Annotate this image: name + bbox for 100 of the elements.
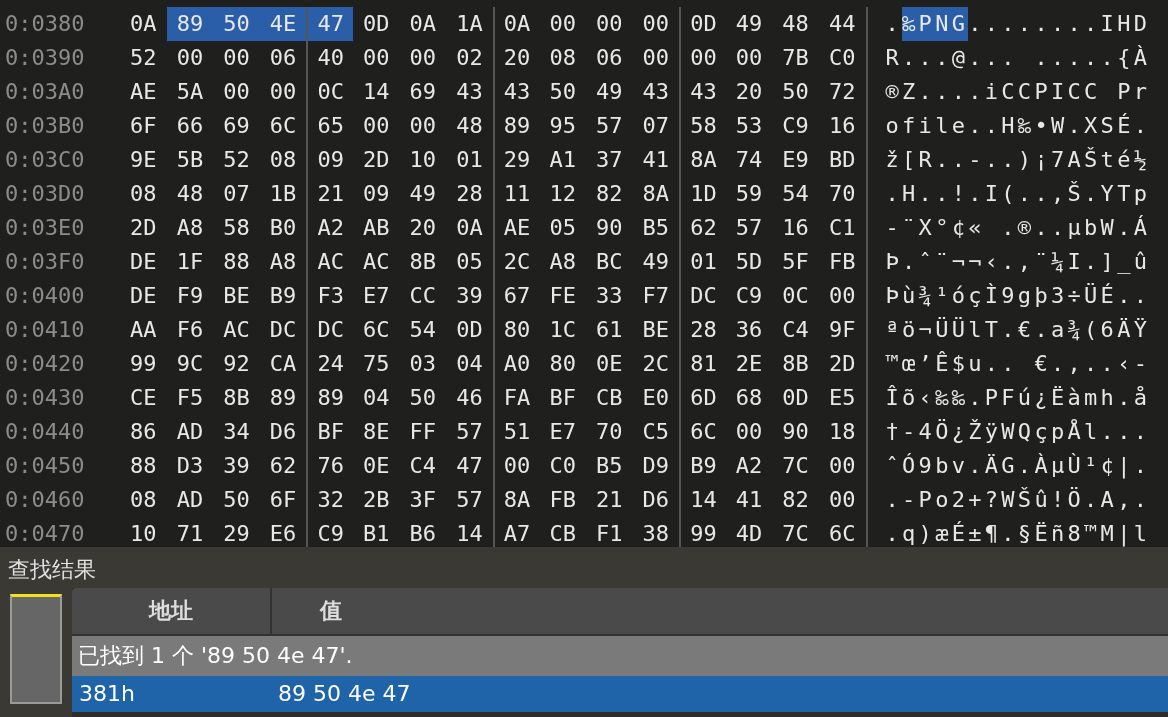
hex-byte[interactable]: C0 (818, 41, 866, 75)
hex-byte[interactable]: 67 (492, 279, 540, 313)
hex-byte[interactable]: C5 (632, 415, 680, 449)
hex-byte[interactable]: 8A (679, 143, 726, 177)
hex-byte[interactable]: 58 (213, 211, 260, 245)
hex-byte[interactable]: C4 (399, 449, 447, 483)
hex-byte[interactable]: 5A (166, 75, 214, 109)
hex-byte[interactable]: 43 (446, 75, 493, 109)
hex-byte[interactable]: 1B (259, 177, 307, 211)
hex-byte[interactable]: 4E (259, 7, 307, 41)
hex-byte[interactable]: 41 (632, 143, 680, 177)
hex-byte[interactable]: 6C (259, 109, 307, 143)
hex-byte[interactable]: 00 (213, 75, 260, 109)
hex-byte[interactable]: 05 (446, 245, 493, 279)
hex-byte[interactable]: C4 (772, 313, 819, 347)
column-header[interactable]: 值 (320, 598, 342, 623)
hex-byte[interactable]: FE (539, 279, 586, 313)
hex-byte[interactable]: 44 (818, 7, 866, 41)
hex-byte[interactable]: BF (306, 415, 353, 449)
hex-byte[interactable]: C9 (772, 109, 819, 143)
ascii-text[interactable]: ˆÓ9bv.ÄG.ÀµÙ¹¢|. (885, 449, 1151, 483)
hex-byte[interactable]: B5 (585, 449, 633, 483)
hex-byte[interactable]: 6C (679, 415, 726, 449)
hex-byte[interactable]: F3 (306, 279, 353, 313)
hex-byte[interactable]: 36 (725, 313, 773, 347)
hex-byte[interactable]: 20 (492, 41, 540, 75)
hex-byte[interactable]: 61 (585, 313, 633, 347)
hex-byte[interactable]: 89 (306, 381, 353, 415)
hex-byte[interactable]: 95 (539, 109, 586, 143)
hex-byte[interactable]: A8 (166, 211, 214, 245)
hex-byte[interactable]: 50 (772, 75, 819, 109)
hex-byte[interactable]: 00 (585, 7, 633, 41)
hex-byte[interactable]: 7C (772, 517, 819, 547)
ascii-text[interactable]: . (885, 7, 903, 41)
hex-byte[interactable]: 86 (120, 415, 167, 449)
hex-byte[interactable]: 29 (492, 143, 540, 177)
hex-byte[interactable]: E7 (352, 279, 400, 313)
hex-byte[interactable]: 70 (585, 415, 633, 449)
hex-byte[interactable]: 00 (818, 449, 866, 483)
hex-byte[interactable]: F6 (166, 313, 214, 347)
hex-byte[interactable]: 58 (679, 109, 726, 143)
hex-byte[interactable]: 62 (679, 211, 726, 245)
hex-byte[interactable]: 72 (818, 75, 866, 109)
hex-byte[interactable]: AC (213, 313, 260, 347)
hex-byte[interactable]: 0D (446, 313, 493, 347)
hex-byte[interactable]: 40 (306, 41, 353, 75)
hex-byte[interactable]: 43 (679, 75, 726, 109)
hex-byte[interactable]: 82 (772, 483, 819, 517)
hex-byte[interactable]: 9F (818, 313, 866, 347)
hex-byte[interactable]: 70 (818, 177, 866, 211)
hex-byte[interactable]: 6F (259, 483, 307, 517)
hex-byte[interactable]: 39 (446, 279, 493, 313)
hex-byte[interactable]: 00 (166, 41, 214, 75)
hex-byte[interactable]: 8A (632, 177, 680, 211)
hex-byte[interactable]: CB (539, 517, 586, 547)
hex-byte[interactable]: 66 (166, 109, 214, 143)
hex-byte[interactable]: 32 (306, 483, 353, 517)
hex-byte[interactable]: 0D (352, 7, 400, 41)
hex-byte[interactable]: 57 (585, 109, 633, 143)
ascii-text[interactable]: .q)æÉ±¶.§Ëñ8™M|l (885, 517, 1151, 547)
hex-byte[interactable]: 6C (352, 313, 400, 347)
hex-byte[interactable]: 9E (120, 143, 167, 177)
hex-byte[interactable]: 47 (446, 449, 493, 483)
hex-byte[interactable]: 57 (725, 211, 773, 245)
hex-byte[interactable]: 02 (446, 41, 493, 75)
hex-byte[interactable]: 08 (120, 177, 167, 211)
hex-byte[interactable]: 50 (399, 381, 447, 415)
hex-byte[interactable]: FF (399, 415, 447, 449)
hex-byte[interactable]: 65 (306, 109, 353, 143)
hex-byte[interactable]: 33 (585, 279, 633, 313)
ascii-text[interactable]: Þ.ˆ¨¬¬‹.,¨¼I.]_û (885, 245, 1151, 279)
hex-byte[interactable]: 0D (679, 7, 726, 41)
hex-byte[interactable]: DC (259, 313, 307, 347)
hex-byte[interactable]: 46 (446, 381, 493, 415)
hex-byte[interactable]: 3F (399, 483, 447, 517)
hex-byte[interactable]: E0 (632, 381, 680, 415)
hex-byte[interactable]: 00 (259, 75, 307, 109)
hex-byte[interactable]: 00 (399, 109, 447, 143)
hex-byte[interactable]: B6 (399, 517, 447, 547)
hex-byte[interactable]: AD (166, 483, 214, 517)
hex-byte[interactable]: 05 (539, 211, 586, 245)
hex-byte[interactable]: 69 (399, 75, 447, 109)
hex-byte[interactable]: 51 (492, 415, 540, 449)
hex-byte[interactable]: 5F (772, 245, 819, 279)
hex-byte[interactable]: 47 (306, 7, 353, 41)
hex-byte[interactable]: 38 (632, 517, 680, 547)
hex-byte[interactable]: 5D (725, 245, 773, 279)
hex-byte[interactable]: FB (818, 245, 866, 279)
hex-byte[interactable]: A8 (259, 245, 307, 279)
hex-byte[interactable]: DE (120, 279, 167, 313)
ascii-text[interactable]: -¨X°¢« .®..µbW.Á (885, 211, 1151, 245)
hex-byte[interactable]: 2C (632, 347, 680, 381)
hex-byte[interactable]: D9 (632, 449, 680, 483)
hex-byte[interactable]: 9C (166, 347, 214, 381)
hex-byte[interactable]: 0C (306, 75, 353, 109)
hex-byte[interactable]: 00 (725, 41, 773, 75)
hex-byte[interactable]: 6D (679, 381, 726, 415)
ascii-text[interactable]: Îõ‹‰‰.PFú¿Ëàmh.å (885, 381, 1151, 415)
hex-byte[interactable]: 34 (213, 415, 260, 449)
hex-byte[interactable]: 43 (632, 75, 680, 109)
